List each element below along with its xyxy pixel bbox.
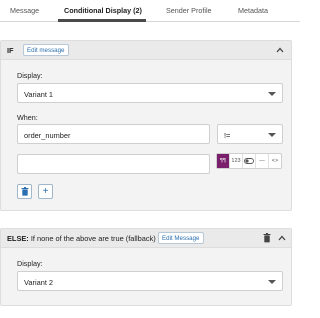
else-panel-header: ELSE: If none of the above are true (fal… — [1, 229, 291, 248]
operator-select[interactable]: != — [217, 124, 283, 144]
empty-mode-label: — — [259, 158, 265, 164]
value-mode-toggle: ¶¶ 123 — <> — [216, 153, 282, 169]
text-mode-button[interactable]: ¶¶ — [217, 154, 230, 168]
active-tab-indicator — [58, 19, 146, 22]
code-mode-button[interactable]: <> — [269, 154, 281, 168]
add-condition-button[interactable]: + — [38, 184, 53, 199]
tab-metadata[interactable]: Metadata — [238, 6, 268, 15]
compare-value-input[interactable] — [17, 154, 210, 174]
code-icon: <> — [271, 158, 279, 164]
caret-down-icon — [268, 280, 276, 284]
chevron-up-icon[interactable] — [275, 45, 285, 55]
text-mode-label: ¶¶ — [220, 158, 226, 164]
else-subtitle: If none of the above are true (fallback) — [30, 234, 156, 243]
number-mode-button[interactable]: 123 — [230, 154, 243, 168]
else-title: ELSE: If none of the above are true (fal… — [7, 234, 156, 243]
delete-condition-button[interactable] — [17, 184, 32, 199]
tab-message[interactable]: Message — [10, 6, 39, 15]
tab-bar: Message Conditional Display (2) Sender P… — [0, 0, 300, 22]
tab-conditional-display[interactable]: Conditional Display (2) — [64, 6, 142, 15]
else-title-keyword: ELSE: — [7, 234, 29, 243]
field-input-value: order_number — [24, 131, 71, 140]
else-edit-message-button[interactable]: Edit Message — [158, 232, 204, 244]
if-panel-header: IF Edit message — [1, 41, 291, 60]
display-label: Display: — [17, 71, 43, 80]
if-title: IF — [7, 46, 14, 55]
plus-icon: + — [42, 185, 49, 197]
chevron-up-icon[interactable] — [277, 233, 287, 243]
toggle-mode-button[interactable] — [243, 154, 256, 168]
display-select-value: Variant 1 — [24, 90, 54, 99]
else-fallback-panel: ELSE: If none of the above are true (fal… — [0, 228, 292, 306]
when-label: When: — [17, 113, 38, 122]
tab-sender-profile[interactable]: Sender Profile — [166, 6, 212, 15]
else-display-select[interactable]: Variant 2 — [17, 271, 283, 291]
else-display-label: Display: — [17, 259, 43, 268]
caret-down-icon — [268, 133, 276, 137]
display-select[interactable]: Variant 1 — [17, 83, 283, 103]
caret-down-icon — [268, 92, 276, 96]
trash-icon[interactable] — [263, 233, 271, 243]
number-mode-label: 123 — [231, 158, 241, 164]
trash-icon — [21, 187, 28, 196]
else-display-select-value: Variant 2 — [24, 278, 54, 287]
toggle-icon — [244, 158, 254, 164]
edit-message-button[interactable]: Edit message — [23, 44, 69, 56]
empty-mode-button[interactable]: — — [256, 154, 269, 168]
operator-select-value: != — [224, 131, 231, 140]
field-input[interactable]: order_number — [17, 124, 210, 144]
